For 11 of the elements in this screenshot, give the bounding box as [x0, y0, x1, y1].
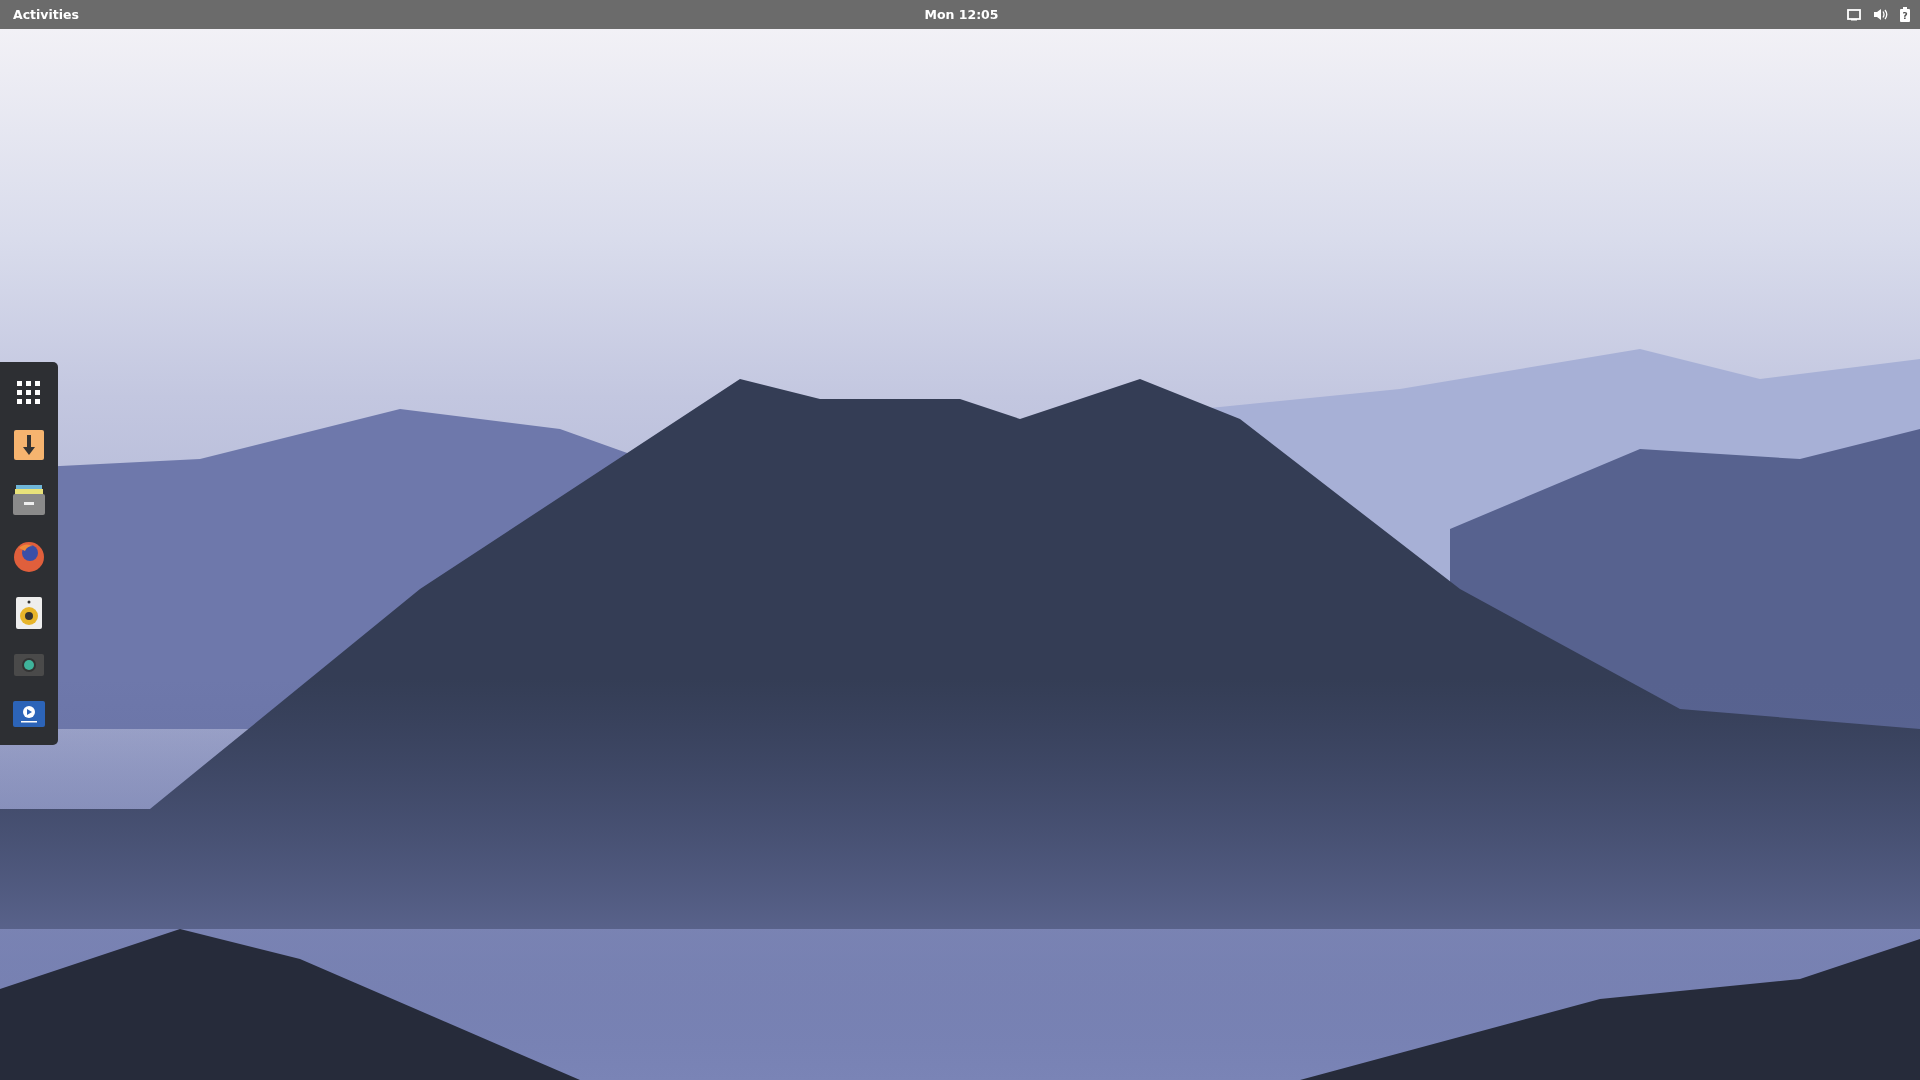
file-cabinet-icon[interactable]	[13, 484, 45, 515]
camera-icon[interactable]	[14, 653, 44, 676]
fox-globe-icon[interactable]	[13, 539, 45, 572]
battery-icon[interactable]: ?	[1900, 7, 1910, 22]
play-video-icon[interactable]	[13, 700, 45, 727]
app-grid-icon[interactable]	[17, 380, 41, 405]
speaker-icon[interactable]	[16, 596, 42, 629]
clock[interactable]: Mon 12:05	[924, 7, 999, 22]
activities-button[interactable]: Activities	[13, 7, 79, 22]
volume-icon[interactable]	[1873, 8, 1888, 21]
display-icon[interactable]	[1847, 8, 1861, 21]
